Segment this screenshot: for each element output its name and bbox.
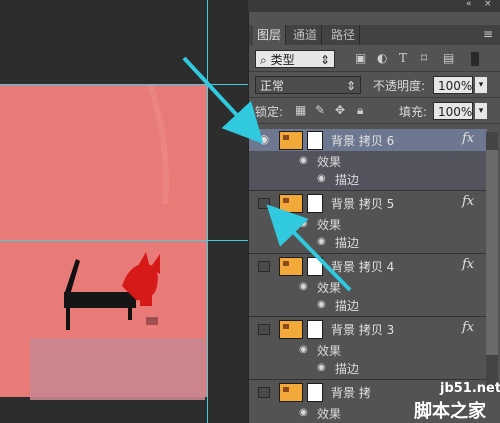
- smart-object-filter-icon[interactable]: ▤: [443, 51, 454, 65]
- fx-icon[interactable]: fx: [462, 194, 474, 209]
- layer-mask-thumbnail[interactable]: [307, 383, 323, 402]
- eye-icon[interactable]: ◉: [258, 133, 270, 146]
- layer-thumbnail[interactable]: [279, 131, 303, 150]
- effects-visibility-icon[interactable]: ◉: [299, 407, 308, 418]
- layer-header[interactable]: 背景 拷贝 3 fx: [249, 318, 487, 340]
- fill-input[interactable]: 100%: [433, 102, 473, 120]
- type-filter-icon[interactable]: T: [399, 51, 407, 65]
- effects-label: 效果: [317, 281, 342, 295]
- layer-header[interactable]: 背景 拷贝 5 fx: [249, 192, 487, 214]
- layer-header[interactable]: 背景 拷贝 4 fx: [249, 255, 487, 277]
- guide-horizontal-1[interactable]: [0, 84, 248, 85]
- stroke-visibility-icon[interactable]: ◉: [317, 299, 326, 310]
- layer-item[interactable]: ◉ 背景 拷贝 6 fx ◉ 效果 ◉ 描边: [249, 129, 487, 191]
- lock-position-icon[interactable]: ✥: [335, 103, 345, 117]
- tab-paths[interactable]: 路径: [327, 25, 361, 45]
- layer-item[interactable]: 背景 拷贝 4 fx ◉ 效果 ◉ 描边: [249, 255, 487, 317]
- piano-body: [64, 292, 136, 308]
- layer-name[interactable]: 背景 拷贝 6: [331, 132, 394, 149]
- visibility-toggle[interactable]: [258, 261, 270, 272]
- opacity-dropdown-icon[interactable]: ▾: [475, 77, 487, 93]
- effects-visibility-icon[interactable]: ◉: [299, 344, 308, 355]
- filter-kind-label: 类型: [270, 53, 295, 67]
- shape-filter-icon[interactable]: ⌑: [421, 51, 427, 65]
- effects-label: 效果: [317, 407, 342, 421]
- layer-name[interactable]: 背景 拷: [331, 384, 371, 401]
- fill-dropdown-icon[interactable]: ▾: [475, 103, 487, 119]
- layer-mask-thumbnail[interactable]: [307, 320, 323, 339]
- lock-pixels-icon[interactable]: ✎: [315, 103, 325, 117]
- lock-transparent-icon[interactable]: ▦: [295, 103, 306, 117]
- dropdown-arrow-icon: ⇕: [319, 53, 330, 67]
- layers-panel: 图层 通道 路径 ≡ ⌕ 类型 ⇕ ▣ ◐ T ⌑ ▤ 正常 ⇕ 不透明度: 1…: [248, 12, 500, 423]
- search-icon: ⌕: [260, 53, 267, 67]
- layer-item[interactable]: 背景 拷贝 3 fx ◉ 效果 ◉ 描边: [249, 318, 487, 380]
- fill-label: 填充:: [399, 105, 428, 119]
- layer-name[interactable]: 背景 拷贝 3: [331, 321, 394, 338]
- guide-vertical[interactable]: [207, 0, 208, 423]
- stroke-visibility-icon[interactable]: ◉: [317, 362, 326, 373]
- blend-mode-value: 正常: [260, 79, 285, 93]
- filter-row: ⌕ 类型 ⇕ ▣ ◐ T ⌑ ▤: [249, 46, 500, 72]
- fx-icon[interactable]: fx: [462, 131, 474, 146]
- blend-mode-select[interactable]: 正常 ⇕: [255, 76, 361, 94]
- layers-scrollbar-thumb[interactable]: [486, 150, 498, 355]
- visibility-toggle[interactable]: [258, 198, 270, 209]
- opacity-input[interactable]: 100%: [433, 76, 473, 94]
- layer-name[interactable]: 背景 拷贝 4: [331, 258, 394, 275]
- blurred-region: [30, 338, 205, 400]
- stroke-effect-label[interactable]: 描边: [335, 360, 359, 377]
- blend-row: 正常 ⇕ 不透明度: 100% ▾: [249, 72, 500, 98]
- layer-mask-thumbnail[interactable]: [307, 257, 323, 276]
- fx-icon[interactable]: fx: [462, 257, 474, 272]
- layer-mask-thumbnail[interactable]: [307, 194, 323, 213]
- effects-visibility-icon[interactable]: ◉: [299, 155, 308, 166]
- layer-thumbnail[interactable]: [279, 383, 303, 402]
- effects-label: 效果: [317, 218, 342, 232]
- effects-visibility-icon[interactable]: ◉: [299, 218, 308, 229]
- stroke-effect-label[interactable]: 描边: [335, 171, 359, 188]
- layer-thumbnail[interactable]: [279, 194, 303, 213]
- panel-tabs: 图层 通道 路径 ≡: [249, 25, 500, 45]
- close-panel-icon[interactable]: ×: [484, 0, 492, 9]
- panel-dock-bar: « ×: [248, 0, 500, 12]
- effects-label: 效果: [317, 344, 342, 358]
- panel-menu-icon[interactable]: ≡: [483, 27, 493, 41]
- document-canvas-area[interactable]: [0, 0, 248, 423]
- stroke-visibility-icon[interactable]: ◉: [317, 173, 326, 184]
- watermark-site: jb51.net: [440, 381, 500, 396]
- tab-channels[interactable]: 通道: [289, 25, 323, 45]
- filter-kind-select[interactable]: ⌕ 类型 ⇕: [255, 50, 335, 68]
- layer-item[interactable]: 背景 拷贝 5 fx ◉ 效果 ◉ 描边: [249, 192, 487, 254]
- adjustment-filter-icon[interactable]: ◐: [377, 51, 387, 65]
- visibility-toggle[interactable]: [258, 387, 270, 398]
- stroke-effect-label[interactable]: 描边: [335, 297, 359, 314]
- dropdown-arrow-icon: ⇕: [345, 79, 356, 93]
- effects-visibility-icon[interactable]: ◉: [299, 281, 308, 292]
- watermark-brand: 脚本之家: [414, 401, 486, 422]
- layer-thumbnail[interactable]: [279, 257, 303, 276]
- pixel-filter-icon[interactable]: ▣: [355, 51, 366, 65]
- stroke-effect-label[interactable]: 描边: [335, 234, 359, 251]
- piano-lid: [64, 259, 80, 295]
- fx-icon[interactable]: fx: [462, 320, 474, 335]
- layer-name[interactable]: 背景 拷贝 5: [331, 195, 394, 212]
- lock-row: 锁定: ▦ ✎ ✥ 🔒︎ 填充: 100% ▾: [249, 98, 500, 124]
- lock-all-icon[interactable]: 🔒︎: [357, 103, 363, 118]
- effects-label: 效果: [317, 155, 342, 169]
- visibility-toggle[interactable]: [258, 324, 270, 335]
- layer-mask-thumbnail[interactable]: [307, 131, 323, 150]
- layer-header[interactable]: ◉ 背景 拷贝 6 fx: [249, 129, 487, 151]
- layer-thumbnail[interactable]: [279, 320, 303, 339]
- guide-horizontal-2[interactable]: [0, 240, 248, 241]
- collapse-icon[interactable]: «: [466, 0, 472, 9]
- lock-label: 锁定:: [255, 105, 284, 119]
- tab-layers[interactable]: 图层: [253, 25, 287, 45]
- opacity-label: 不透明度:: [373, 79, 426, 93]
- stroke-visibility-icon[interactable]: ◉: [317, 236, 326, 247]
- filter-toggle[interactable]: [471, 52, 479, 66]
